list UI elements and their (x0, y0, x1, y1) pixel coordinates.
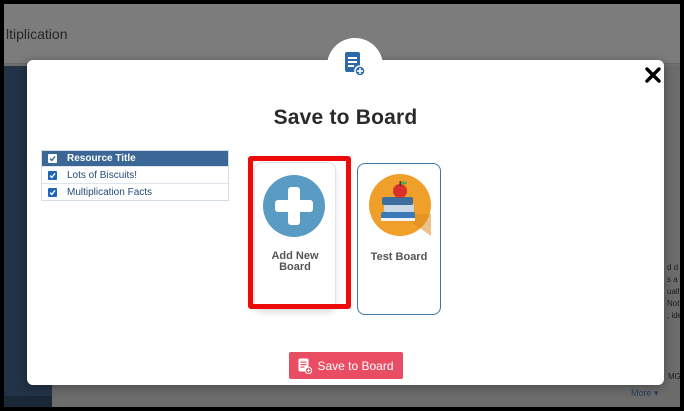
test-board-card[interactable]: Test Board (357, 163, 441, 315)
document-add-icon (298, 358, 313, 374)
resource-table-header: Resource Title (42, 151, 228, 166)
background-text-snippet: d d s a ually Not , ide (667, 263, 680, 320)
save-to-board-button[interactable]: Save to Board (289, 352, 403, 379)
checkmark-icon (49, 172, 56, 178)
resource-row[interactable]: Lots of Biscuits! (42, 166, 228, 183)
resource-label: Lots of Biscuits! (67, 169, 138, 181)
books-apple-icon (369, 174, 431, 236)
test-board-label: Test Board (370, 251, 428, 263)
modal-badge (327, 38, 383, 94)
close-icon[interactable] (644, 66, 662, 84)
add-new-board-card[interactable]: Add New Board (254, 162, 336, 310)
select-all-checkbox[interactable] (48, 154, 57, 163)
plus-circle-icon (263, 175, 325, 237)
resource-title-header: Resource Title (67, 153, 136, 164)
close-button[interactable] (644, 66, 662, 84)
resource-table: Resource Title Lots of Biscuits! Multipl… (41, 150, 229, 201)
resource-row[interactable]: Multiplication Facts (42, 183, 228, 200)
modal-title: Save to Board (273, 106, 418, 129)
checkmark-icon (49, 189, 56, 195)
background-page-title: ltiplication (6, 26, 68, 42)
resource-checkbox[interactable] (48, 187, 57, 197)
background-more-link[interactable]: More ▾ (631, 388, 659, 399)
add-new-board-label: Add New Board (271, 250, 319, 273)
document-add-icon (345, 52, 366, 77)
resource-checkbox[interactable] (48, 170, 57, 180)
checkmark-icon (49, 155, 56, 162)
background-imgs-label: MGS (668, 372, 680, 381)
resource-label: Multiplication Facts (67, 186, 153, 198)
background-sidebar-band (4, 396, 52, 407)
save-button-label: Save to Board (317, 358, 394, 373)
